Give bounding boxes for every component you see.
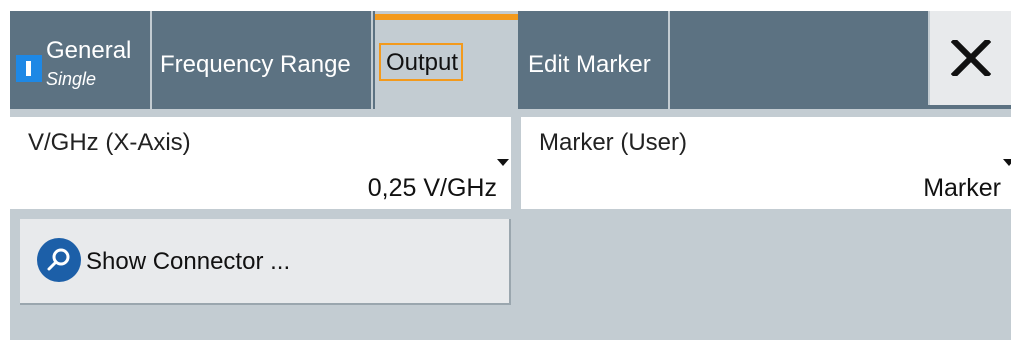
active-tab-indicator — [375, 14, 518, 20]
show-connector-label: Show Connector ... — [86, 248, 291, 275]
search-icon — [37, 238, 81, 282]
tab-general-label: General — [46, 37, 132, 64]
x-axis-value: 0,25 V/GHz — [367, 174, 497, 202]
tab-output[interactable]: Output — [375, 11, 518, 109]
marker-label: Marker (User) — [539, 129, 687, 156]
tab-edit-marker-label: Edit Marker — [528, 51, 651, 78]
marker-select[interactable]: Marker (User) Marker — [521, 117, 1011, 209]
x-axis-label: V/GHz (X-Axis) — [28, 129, 191, 156]
info-indicator-icon — [16, 55, 42, 82]
close-button[interactable] — [928, 11, 1011, 105]
tab-edit-marker[interactable]: Edit Marker — [520, 11, 670, 109]
tab-general[interactable]: General Single — [10, 11, 152, 109]
show-connector-button[interactable]: Show Connector ... — [20, 219, 511, 305]
x-axis-select[interactable]: V/GHz (X-Axis) 0,25 V/GHz — [10, 117, 511, 209]
tab-frequency-range-label: Frequency Range — [160, 51, 351, 78]
dropdown-arrow-icon — [497, 159, 509, 166]
dropdown-arrow-icon — [1003, 159, 1011, 166]
tab-bar: General Single Frequency Range Output Ed… — [10, 11, 1011, 109]
tab-general-sublabel: Single — [46, 69, 97, 89]
close-icon — [951, 40, 991, 76]
dialog-panel: General Single Frequency Range Output Ed… — [10, 11, 1011, 340]
tab-output-label: Output — [386, 49, 459, 76]
tab-frequency-range[interactable]: Frequency Range — [154, 11, 373, 109]
marker-value: Marker — [923, 174, 1001, 202]
